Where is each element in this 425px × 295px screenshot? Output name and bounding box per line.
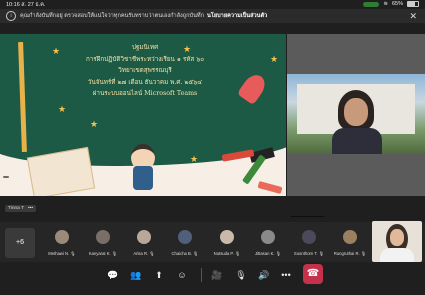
self-face xyxy=(390,229,404,246)
star-icon: ★ xyxy=(58,104,67,114)
banner-message: คุณกำลังบันทึกอยู่ ตรวจสอบให้แน่ใจว่าทุก… xyxy=(20,13,205,19)
wifi-icon: ≋ xyxy=(383,1,388,7)
privacy-policy-link[interactable]: นโยบายความเป็นส่วนตัว xyxy=(207,12,267,20)
participant-tile[interactable]: Soonthorn T. 🎙 xyxy=(289,226,329,260)
status-date: ส. 27 ธ.ค. xyxy=(21,2,46,8)
video-name-tag xyxy=(3,176,9,178)
slide-line: ปฐมนิเทศ xyxy=(131,44,159,51)
participant-tile[interactable]: Nutsuda P. 🎙 xyxy=(207,226,247,260)
participant-name: Soonthorn T. 🎙 xyxy=(293,251,325,256)
avatar xyxy=(96,230,110,244)
participant-name: Nutsuda P. 🎙 xyxy=(213,251,241,256)
presenter-name: Tinna T xyxy=(5,205,27,212)
status-time: 10:16 xyxy=(6,2,20,8)
participant-tile[interactable]: Arisa R. 🎙 xyxy=(124,226,164,260)
person-body xyxy=(332,128,382,154)
participant-tile[interactable]: Rungruthai R. 🎙 xyxy=(330,226,370,260)
avatar xyxy=(55,230,69,244)
star-icon: ★ xyxy=(270,54,279,64)
avatar xyxy=(178,230,192,244)
student-illustration xyxy=(125,144,161,190)
rocket-illustration xyxy=(236,70,270,106)
more-actions-icon[interactable]: ••• xyxy=(279,268,293,282)
star-icon: ★ xyxy=(190,154,199,164)
participant-name: Methawi N. 🎙 xyxy=(48,251,76,256)
participant-name: Arisa R. 🎙 xyxy=(133,251,155,256)
people-icon[interactable]: 👥 xyxy=(129,268,143,282)
leave-call-button[interactable]: ☎ xyxy=(303,264,323,284)
close-icon[interactable]: ✕ xyxy=(409,11,417,22)
slide-line: วันจันทร์ที่ ๒๗ เดือน ธันวาคม พ.ศ. ๒๕๖๔ xyxy=(87,78,203,86)
slide-line: ผ่านระบบออนไลน์ Microsoft Teams xyxy=(92,90,198,97)
microphone-icon[interactable]: 🎙 xyxy=(234,268,248,282)
participant-name: Jittasan K. 🎙 xyxy=(254,251,282,256)
participant-person xyxy=(332,90,382,154)
participant-tile[interactable]: Kanyarat K. 🎙 xyxy=(83,226,123,260)
slide-title: ปฐมนิเทศ การฝึกปฏิบัติวิชาชีพระหว่างเรีย… xyxy=(50,42,240,100)
self-body xyxy=(380,248,414,262)
status-time-date: 10:16 ส. 27 ธ.ค. xyxy=(6,1,45,9)
slide-line: วิทยาเขตสุพรรณบุรี xyxy=(118,67,172,74)
speaker-icon[interactable]: 🔊 xyxy=(257,268,271,282)
status-indicators: ≋ 65% xyxy=(363,1,419,7)
student-shirt xyxy=(133,166,153,190)
camera-icon[interactable]: 🎥 xyxy=(210,268,224,282)
battery-percent: 65% xyxy=(391,1,403,7)
slide-line: การฝึกปฏิบัติวิชาชีพระหว่างเรียน ๑ รหัส … xyxy=(85,55,205,63)
chat-icon[interactable]: 💬 xyxy=(106,268,120,282)
more-options-button[interactable]: ••• xyxy=(25,205,37,212)
participant-name: Rungruthai R. 🎙 xyxy=(333,251,367,256)
battery-icon xyxy=(407,1,419,7)
info-icon: i xyxy=(6,11,16,21)
share-icon[interactable]: ⬆ xyxy=(152,268,166,282)
more-participants-button[interactable]: +6 xyxy=(5,228,35,258)
avatar xyxy=(261,230,275,244)
participant-name: Chaicha B. 🎙 xyxy=(171,251,199,256)
person-face xyxy=(344,98,368,126)
recording-banner: i คุณกำลังบันทึกอยู่ ตรวจสอบให้แน่ใจว่าท… xyxy=(0,9,425,23)
status-bar: 10:16 ส. 27 ธ.ค. ≋ 65% xyxy=(0,0,425,9)
participant-tile[interactable]: Jittasan K. 🎙 xyxy=(248,226,288,260)
shared-slide: ★ ★ ★ ★ ★ ★ ปฐมนิเทศ การฝึกปฏิบัติวิชาชี… xyxy=(0,34,286,196)
participant-tile[interactable]: Methawi N. 🎙 xyxy=(42,226,82,260)
stage-footer xyxy=(0,196,425,216)
avatar xyxy=(302,230,316,244)
avatar xyxy=(137,230,151,244)
toolbar-divider xyxy=(201,268,202,282)
avatar xyxy=(220,230,234,244)
star-icon: ★ xyxy=(90,119,99,129)
self-view-video[interactable] xyxy=(372,221,422,262)
participant-tile[interactable]: Chaicha B. 🎙 xyxy=(165,226,205,260)
reactions-icon[interactable]: ☺ xyxy=(175,268,189,282)
avatar xyxy=(343,230,357,244)
participant-video[interactable] xyxy=(3,34,425,196)
participant-name: Kanyarat K. 🎙 xyxy=(88,251,118,256)
call-indicator-icon xyxy=(363,1,380,7)
